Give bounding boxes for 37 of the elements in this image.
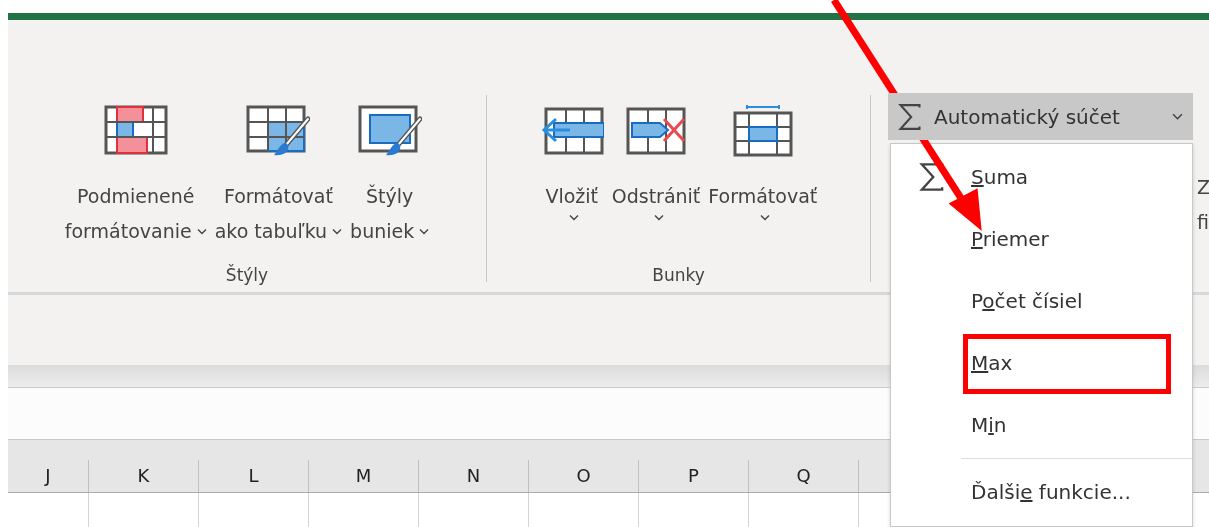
menu-item[interactable]: Min [891, 394, 1192, 456]
column-header[interactable]: O [529, 460, 639, 492]
column-header[interactable]: Q [749, 460, 859, 492]
caret-icon [760, 214, 771, 221]
autosum-button[interactable]: Automatický súčet [888, 93, 1193, 140]
ribbon-button[interactable]: Odstrániť [609, 105, 703, 265]
column-header[interactable]: K [89, 460, 199, 492]
ribbon-label: fi [1197, 210, 1209, 235]
caret-icon [419, 228, 430, 235]
column-header[interactable]: P [639, 460, 749, 492]
menu-item[interactable]: Počet čísiel [891, 270, 1192, 332]
delete-cells-icon [624, 105, 689, 157]
column-header[interactable]: N [419, 460, 529, 492]
caret-icon [653, 214, 664, 221]
sigma-icon [919, 163, 945, 191]
group-label: Štýly [225, 265, 269, 285]
caret-icon [569, 214, 580, 221]
menu-item[interactable]: Ďalšie funkcie... [891, 461, 1192, 523]
ribbon-button[interactable]: Formátovať ako tabuľku [212, 105, 345, 265]
caret-icon [1172, 113, 1183, 120]
menu-item[interactable]: Suma [891, 146, 1192, 208]
column-header[interactable]: M [309, 460, 419, 492]
column-header[interactable]: J [8, 460, 89, 492]
column-header[interactable]: L [199, 460, 309, 492]
caret-icon [332, 228, 343, 235]
menu-item[interactable]: Priemer [891, 208, 1192, 270]
caret-icon [196, 228, 207, 235]
table-icon [103, 105, 168, 157]
ribbon-button[interactable]: Formátovať [706, 105, 820, 265]
insert-cells-icon [539, 105, 604, 157]
ribbon-label: Z [1197, 175, 1209, 200]
ribbon-button[interactable]: Vložiť [537, 105, 606, 265]
ribbon-button[interactable]: Podmienené formátovanie [62, 105, 209, 265]
ribbon-button[interactable]: Štýly buniek [348, 105, 432, 265]
menu-item[interactable]: Max [891, 332, 1192, 394]
sigma-icon [898, 103, 922, 130]
group-label: Bunky [652, 265, 705, 285]
